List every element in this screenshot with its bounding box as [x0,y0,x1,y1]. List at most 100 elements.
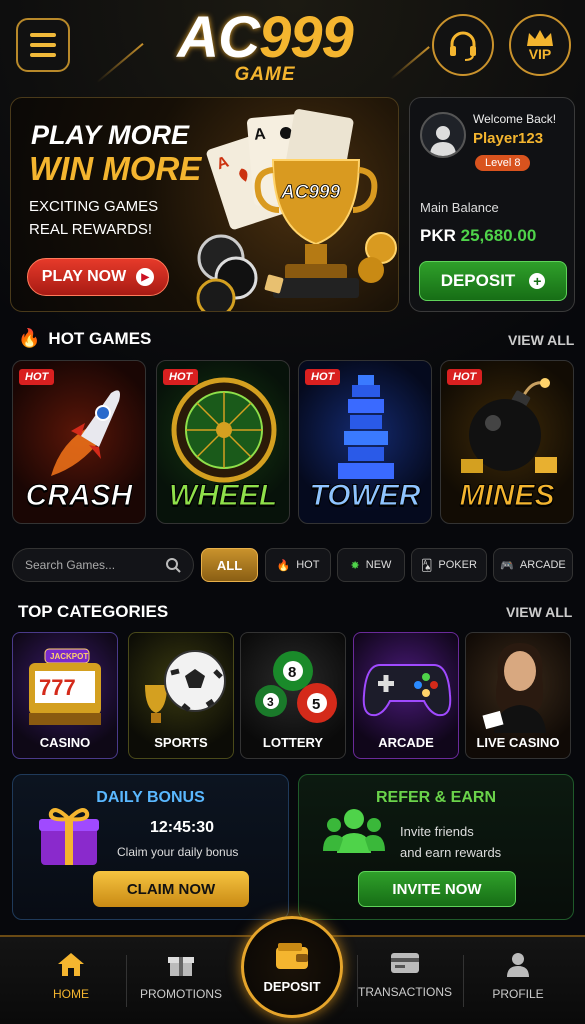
hot-games-view-all[interactable]: VIEW ALL [508,332,574,348]
chip-label: POKER [438,559,477,571]
game-card-crash[interactable]: HOT CRASH [12,360,146,524]
rocket-icon [51,390,120,476]
gift-icon [168,957,194,976]
game-name: WHEEL [168,479,278,513]
invite-label: INVITE NOW [392,880,482,898]
fire-icon: 🔥 [18,328,41,348]
svg-text:A: A [253,126,266,144]
categories-view-all[interactable]: VIEW ALL [506,604,572,620]
game-card-tower[interactable]: HOT TOWER [298,360,432,524]
level-badge: Level 8 [475,155,531,171]
category-arcade[interactable]: ARCADE [353,632,459,759]
filter-chip-hot[interactable]: 🔥 HOT [265,548,331,582]
headset-icon [450,31,476,61]
chip-label: ARCADE [519,559,566,571]
filter-chip-poker[interactable]: 🂡 POKER [411,548,487,582]
username: Player123 [473,130,544,147]
dealer-illustration [482,643,546,733]
wallet-card-icon [391,953,419,973]
section-title: HOT GAMES [48,328,152,348]
nav-label: TRANSACTIONS [357,985,452,999]
menu-button[interactable] [16,18,70,72]
nav-home[interactable]: HOME [16,951,126,1001]
invite-now-button[interactable]: INVITE NOW [358,871,516,907]
lottery-balls-icon: 83 5 [255,651,337,723]
profile-icon [507,953,529,977]
balance-amount: 25,680.00 [460,226,537,245]
filter-chip-new[interactable]: ✸ NEW [337,548,405,582]
jackpot-text: JACKPOT [50,652,88,661]
roulette-wheel-icon [171,377,277,483]
claim-label: CLAIM NOW [126,880,216,898]
balance-label: Main Balance [420,200,499,215]
refer-title: REFER & EARN [375,789,496,806]
search-icon[interactable] [165,557,181,573]
nav-transactions[interactable]: TRANSACTIONS [350,951,460,999]
logo-999: 999 [259,5,354,70]
gamepad-icon: 🎮 [500,559,514,572]
hero-sub-line: REAL REWARDS! [29,221,153,238]
currency: PKR [420,226,456,245]
vip-button[interactable]: VIP [509,14,571,76]
filter-chip-all[interactable]: ALL [201,548,258,582]
users-group-icon [323,809,385,853]
user-icon [430,126,456,156]
category-sports[interactable]: SPORTS [128,632,234,759]
game-name: MINES [459,479,555,513]
category-label: CASINO [39,735,91,750]
refer-line: and earn rewards [400,845,502,860]
refer-line: Invite friends [400,824,474,839]
game-card-wheel[interactable]: HOT WHEEL [156,360,290,524]
svg-text:5: 5 [312,696,320,713]
game-card-mines[interactable]: HOT MINES [440,360,574,524]
play-now-button[interactable]: PLAY NOW ▶ [27,258,169,296]
decor-line [390,46,430,80]
fire-icon: 🔥 [276,559,291,572]
refer-description: Invite friends and earn rewards [400,821,501,863]
avatar[interactable] [420,112,466,158]
hamburger-line [30,43,56,47]
svg-text:8: 8 [288,664,296,681]
game-name: CRASH [25,479,133,513]
claim-now-button[interactable]: CLAIM NOW [93,871,249,907]
deposit-label: DEPOSIT [440,271,516,290]
svg-text:3: 3 [267,695,274,709]
support-button[interactable] [432,14,494,76]
svg-text:777: 777 [39,675,76,700]
new-star-icon: ✸ [350,559,360,572]
category-label: ARCADE [378,735,434,750]
search-input[interactable] [25,558,155,572]
category-live-casino[interactable]: LIVE CASINO [465,632,571,759]
category-label: LIVE CASINO [476,735,560,750]
soccer-ball-icon [145,650,226,723]
logo-ac: AC [177,5,260,70]
chip-label: HOT [296,559,320,571]
header: AC999 GAME VIP [0,0,585,92]
nav-deposit[interactable]: DEPOSIT [241,916,343,1018]
play-arrow-icon: ▶ [136,268,155,286]
tower-blocks-icon [338,375,394,479]
hero-subtext: EXCITING GAMES REAL REWARDS! [29,195,158,241]
hero-headline-gold: WIN MORE [29,150,202,187]
gamepad-icon [362,664,452,717]
trophy-text: AC999 [280,182,341,203]
vip-label: VIP [528,46,552,62]
brand-logo[interactable]: AC999 GAME [150,6,380,88]
nav-profile[interactable]: PROFILE [463,951,573,1001]
filter-chip-arcade[interactable]: 🎮 ARCADE [493,548,573,582]
category-casino[interactable]: JACKPOT 777 CASINO [12,632,118,759]
category-lottery[interactable]: 83 5 LOTTERY [240,632,346,759]
deposit-button[interactable]: DEPOSIT + [419,261,567,301]
hamburger-line [30,53,56,57]
chip-label: ALL [216,557,243,573]
balance-value: PKR 25,680.00 [420,226,536,246]
hero-banner[interactable]: PLAY MORE WIN MORE EXCITING GAMES REAL R… [10,97,399,312]
slot-machine-icon: JACKPOT 777 [29,648,101,725]
nav-promotions[interactable]: PROMOTIONS [126,951,236,1001]
hero-headline: PLAY MORE [31,120,190,150]
bomb-icon [461,378,557,473]
section-title: TOP CATEGORIES [18,602,169,621]
bonus-description: Claim your daily bonus [117,845,239,859]
nav-label: PROMOTIONS [139,987,222,1001]
bonus-timer: 12:45:30 [150,819,215,836]
